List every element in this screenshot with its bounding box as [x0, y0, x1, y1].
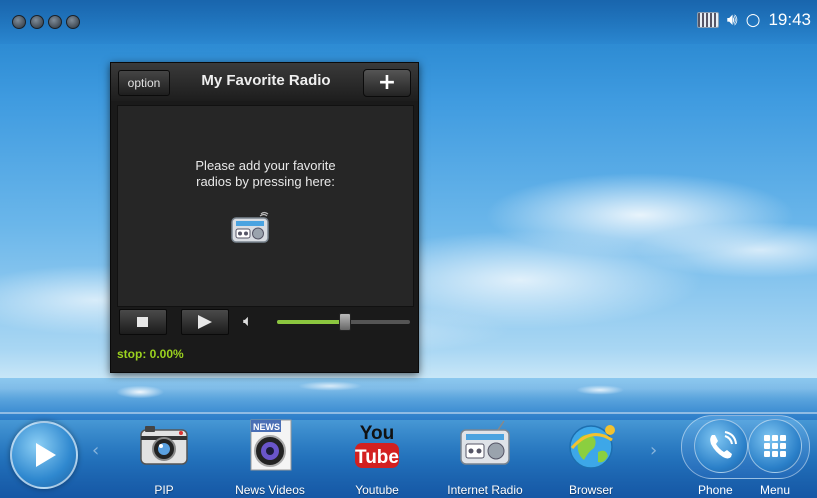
play-button[interactable]	[181, 309, 229, 335]
playback-controls: 🔈︎	[111, 307, 418, 335]
news-badge: NEWS	[253, 422, 280, 432]
favorite-radio-widget: option My Favorite Radio + Please add yo…	[110, 62, 419, 373]
app-label: PIP	[154, 483, 174, 497]
stop-button[interactable]	[119, 309, 167, 335]
play-icon	[198, 315, 212, 329]
app-label: Browser	[568, 483, 613, 497]
stop-icon	[137, 317, 148, 327]
youtube-text-you: You	[360, 423, 394, 444]
news-video-icon: NEWS	[250, 419, 292, 471]
sync-icon: ○	[745, 10, 761, 30]
add-radio-button[interactable]: +	[363, 69, 411, 97]
clock: 19:43	[768, 10, 811, 29]
radio-icon[interactable]	[230, 210, 270, 244]
dock-app-pip[interactable]: PIP	[116, 418, 212, 498]
grid-icon	[764, 435, 786, 457]
page-indicator[interactable]	[12, 15, 80, 29]
dock-scroll-right-icon[interactable]: ›	[650, 440, 657, 461]
radio-icon	[460, 420, 510, 465]
menu-button[interactable]	[748, 419, 802, 473]
globe-icon	[569, 425, 615, 469]
dock-shelf	[0, 412, 817, 414]
youtube-text-tube: Tube	[355, 447, 399, 468]
keyboard-icon[interactable]	[696, 12, 719, 28]
status-bar: 🔊︎ ○ 19:43	[0, 0, 817, 44]
dock-scroll-left-icon[interactable]: ‹	[92, 440, 99, 461]
widget-header: option My Favorite Radio +	[111, 63, 418, 101]
dock-app-news-videos[interactable]: NEWS News Videos	[222, 418, 318, 498]
radio-list-area[interactable]: Please add your favorite radios by press…	[117, 105, 414, 307]
playback-status: stop: 0.00%	[117, 347, 184, 361]
dock-app-browser[interactable]: Browser	[543, 418, 639, 498]
camera-icon	[140, 426, 188, 465]
empty-message: Please add your favorite radios by press…	[195, 158, 336, 189]
app-label: News Videos	[235, 483, 305, 497]
widget-title: My Favorite Radio	[201, 72, 331, 89]
volume-slider[interactable]	[277, 313, 410, 331]
app-label: Youtube	[355, 483, 399, 497]
app-label: Internet Radio	[447, 483, 523, 497]
speaker-icon[interactable]: 🔈︎	[243, 311, 253, 331]
volume-slider-fill	[277, 320, 344, 324]
status-icons: 🔊︎ ○ 19:43	[696, 10, 811, 30]
play-launcher-button[interactable]	[10, 421, 78, 489]
phone-button[interactable]	[694, 419, 748, 473]
page-dot[interactable]	[12, 15, 26, 29]
page-dot[interactable]	[66, 15, 80, 29]
dock-app-internet-radio[interactable]: Internet Radio	[437, 418, 533, 498]
option-button[interactable]: option	[118, 70, 170, 96]
youtube-icon: You Tube	[355, 423, 399, 468]
volume-slider-knob[interactable]	[338, 313, 351, 331]
page-dot[interactable]	[30, 15, 44, 29]
volume-icon[interactable]: 🔊︎	[727, 10, 738, 30]
dock-app-youtube[interactable]: You Tube Youtube	[329, 418, 425, 498]
phone-icon	[710, 431, 737, 459]
play-icon	[36, 443, 56, 467]
page-dot[interactable]	[48, 15, 62, 29]
phone-label: Phone	[698, 483, 733, 497]
menu-label: Menu	[760, 483, 791, 497]
